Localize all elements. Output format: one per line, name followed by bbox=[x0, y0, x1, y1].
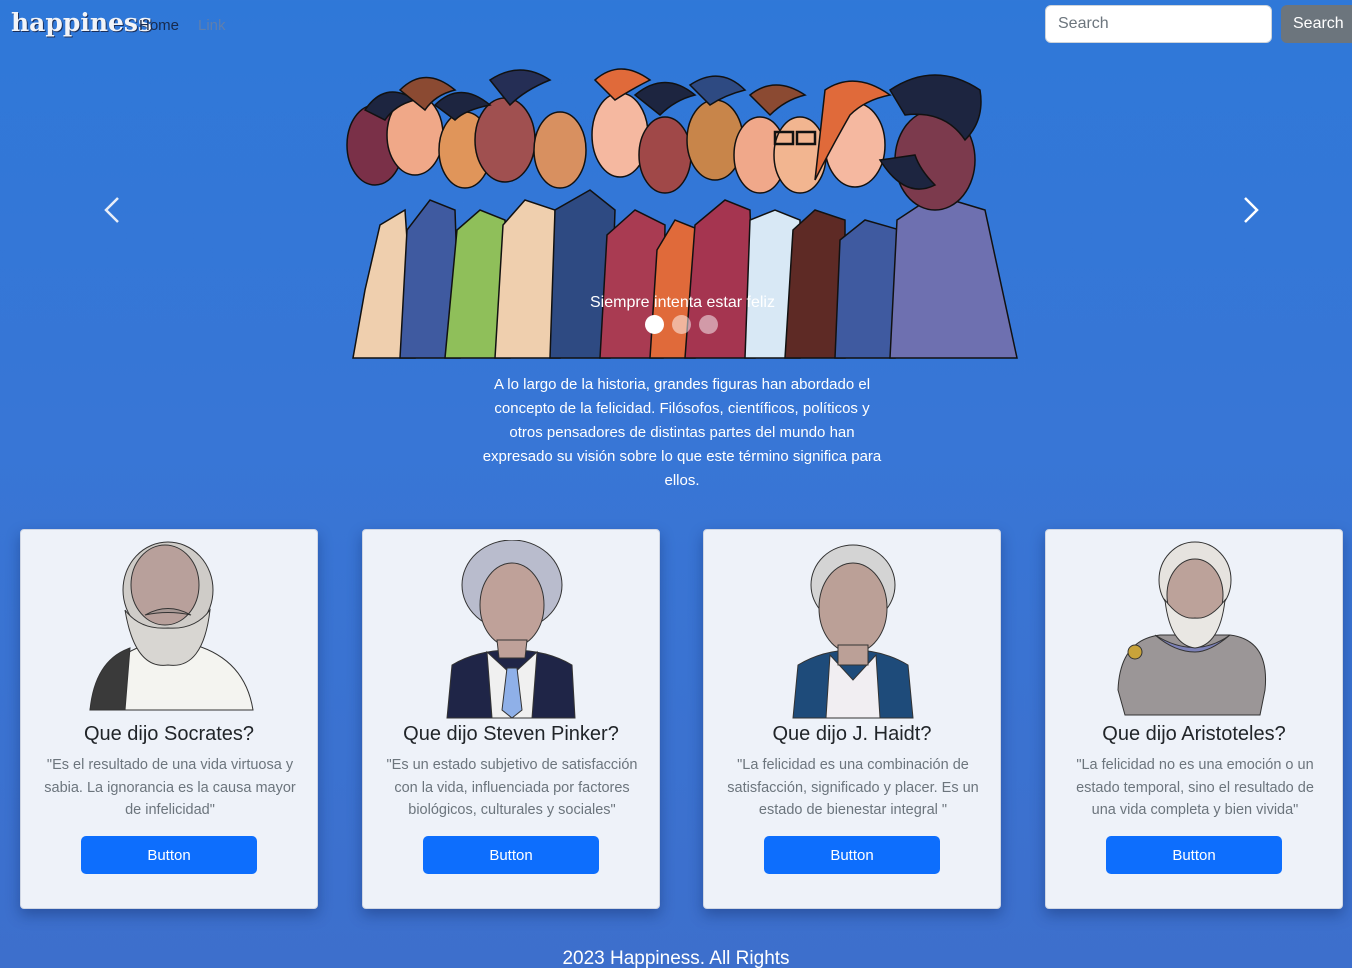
socrates-portrait bbox=[89, 541, 254, 711]
card-button-haidt[interactable]: Button bbox=[764, 836, 940, 874]
search-input[interactable] bbox=[1045, 5, 1272, 43]
haidt-portrait bbox=[792, 544, 914, 719]
card-button-aristoteles[interactable]: Button bbox=[1106, 836, 1282, 874]
carousel-caption: Siempre intenta estar feliz bbox=[590, 294, 775, 311]
carousel-indicator-1[interactable] bbox=[645, 315, 664, 334]
card-socrates: Que dijo Socrates? "Es el resultado de u… bbox=[20, 529, 318, 909]
card-quote: "Es el resultado de una vida virtuosa y … bbox=[44, 757, 296, 818]
card-haidt: Que dijo J. Haidt? "La felicidad es una … bbox=[703, 529, 1001, 909]
footer-text: 2023 Happiness. All Rights bbox=[562, 948, 790, 968]
card-button-socrates[interactable]: Button bbox=[81, 836, 257, 874]
card-title: Que dijo Aristoteles? bbox=[1102, 723, 1286, 745]
card-aristoteles: Que dijo Aristoteles? "La felicidad no e… bbox=[1045, 529, 1343, 909]
chevron-right-icon bbox=[1244, 197, 1259, 223]
card-quote: "La felicidad es una combinación de sati… bbox=[727, 757, 979, 818]
card-quote: "Es un estado subjetivo de satisfacción … bbox=[386, 757, 638, 818]
intro-paragraph: A lo largo de la historia, grandes figur… bbox=[482, 376, 882, 489]
card-quote: "La felicidad no es una emoción o un est… bbox=[1076, 757, 1314, 818]
carousel-prev-button[interactable] bbox=[98, 192, 128, 228]
navbar: happiness Home Link Search bbox=[0, 0, 1352, 52]
chevron-left-icon bbox=[104, 197, 119, 223]
card-button-pinker[interactable]: Button bbox=[423, 836, 599, 874]
search-button[interactable]: Search bbox=[1281, 5, 1352, 43]
card-title: Que dijo J. Haidt? bbox=[772, 723, 932, 745]
brand-logo[interactable]: happiness bbox=[11, 8, 152, 37]
card-title: Que dijo Socrates? bbox=[83, 723, 255, 745]
aristoteles-portrait bbox=[1117, 541, 1267, 716]
card-pinker: Que dijo Steven Pinker? "Es un estado su… bbox=[362, 529, 660, 909]
carousel-indicator-2[interactable] bbox=[672, 315, 691, 334]
carousel-next-button[interactable] bbox=[1237, 192, 1267, 228]
nav-link[interactable]: Link bbox=[198, 17, 226, 34]
carousel-indicator-3[interactable] bbox=[699, 315, 718, 334]
card-title: Que dijo Steven Pinker? bbox=[403, 723, 619, 745]
pinker-portrait bbox=[446, 540, 576, 719]
carousel-indicators bbox=[645, 315, 718, 335]
nav-home-link[interactable]: Home bbox=[139, 17, 179, 34]
